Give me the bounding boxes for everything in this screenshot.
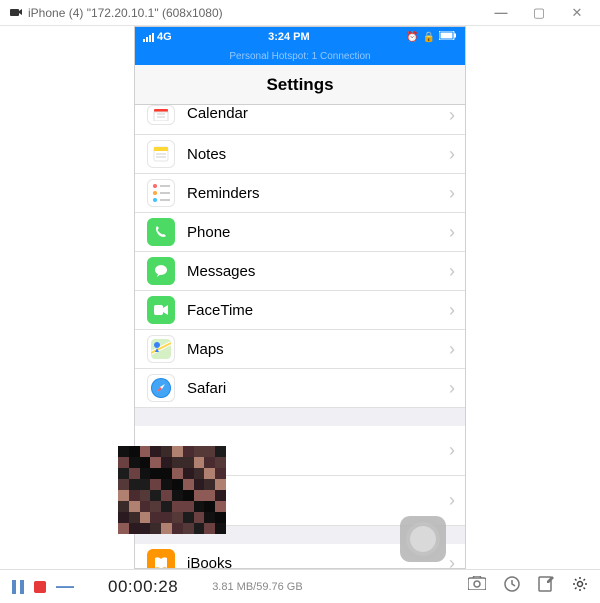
settings-row-phone[interactable]: Phone › [135,213,465,252]
reminders-icon [147,179,175,207]
status-time: 3:24 PM [172,31,406,43]
assistive-touch-button[interactable] [400,516,446,562]
phone-icon [147,218,175,246]
settings-button[interactable] [572,576,588,597]
chevron-right-icon: › [449,105,455,126]
settings-label: Maps [187,341,449,358]
settings-row-calendar[interactable]: Calendar › [135,105,465,135]
settings-label: Calendar [187,105,449,122]
window-title-bar: iPhone (4) "172.20.10.1" (608x1080) — ▢ … [0,0,600,26]
chevron-right-icon: › [449,144,455,165]
alarm-icon: ⏰ [406,32,418,43]
recorder-toolbar: — 00:00:28 3.81 MB/59.76 GB [0,569,600,603]
hotspot-bar: Personal Hotspot: 1 Connection [135,47,465,65]
ibooks-icon [147,549,175,568]
settings-row-notes[interactable]: Notes › [135,135,465,174]
settings-label: Notes [187,146,449,163]
network-type: 4G [157,31,172,43]
edit-button[interactable] [538,576,554,597]
settings-row-facetime[interactable]: FaceTime › [135,291,465,330]
assistive-touch-icon [410,526,436,552]
settings-label: Messages [187,263,449,280]
settings-row-safari[interactable]: Safari › [135,369,465,408]
chevron-right-icon: › [449,553,455,569]
chevron-right-icon: › [449,339,455,360]
ios-status-bar: 4G 3:24 PM ⏰ 🔒 [135,27,465,47]
status-right-icons: ⏰ 🔒 [406,31,457,43]
settings-label: FaceTime [187,302,449,319]
section-spacer [135,408,465,426]
safari-icon [147,374,175,402]
camera-icon [10,6,22,20]
settings-row-reminders[interactable]: Reminders › [135,174,465,213]
pause-button[interactable] [12,580,24,594]
chevron-right-icon: › [449,490,455,511]
file-size-status: 3.81 MB/59.76 GB [212,581,303,593]
signal-indicator: 4G [143,31,172,43]
window-title: iPhone (4) "172.20.10.1" (608x1080) [28,6,482,20]
chevron-right-icon: › [449,183,455,204]
battery-icon [439,31,457,43]
window-maximize-button[interactable]: ▢ [520,5,558,21]
window-close-button[interactable]: ✕ [558,5,596,21]
nav-title: Settings [135,65,465,105]
settings-label: Phone [187,224,449,241]
rotation-lock-icon: 🔒 [423,32,435,43]
record-icon [34,581,46,593]
toolbar-minimize-button[interactable]: — [56,576,74,597]
screenshot-button[interactable] [468,576,486,597]
facetime-icon [147,296,175,324]
calendar-icon [147,105,175,125]
window-minimize-button[interactable]: — [482,5,520,20]
maps-icon [147,335,175,363]
chevron-right-icon: › [449,261,455,282]
history-button[interactable] [504,576,520,597]
notes-icon [147,140,175,168]
chevron-right-icon: › [449,300,455,321]
stop-record-button[interactable] [34,581,46,593]
settings-row-maps[interactable]: Maps › [135,330,465,369]
signal-bars-icon [143,32,154,42]
chevron-right-icon: › [449,440,455,461]
phone-mirror-area: 4G 3:24 PM ⏰ 🔒 Personal Hotspot: 1 Conne… [0,26,600,569]
messages-icon [147,257,175,285]
chevron-right-icon: › [449,378,455,399]
chevron-right-icon: › [449,222,455,243]
settings-row-messages[interactable]: Messages › [135,252,465,291]
elapsed-time: 00:00:28 [108,577,178,597]
camera-preview-pip[interactable] [118,446,226,534]
settings-label: Reminders [187,185,449,202]
settings-label: Safari [187,380,449,397]
